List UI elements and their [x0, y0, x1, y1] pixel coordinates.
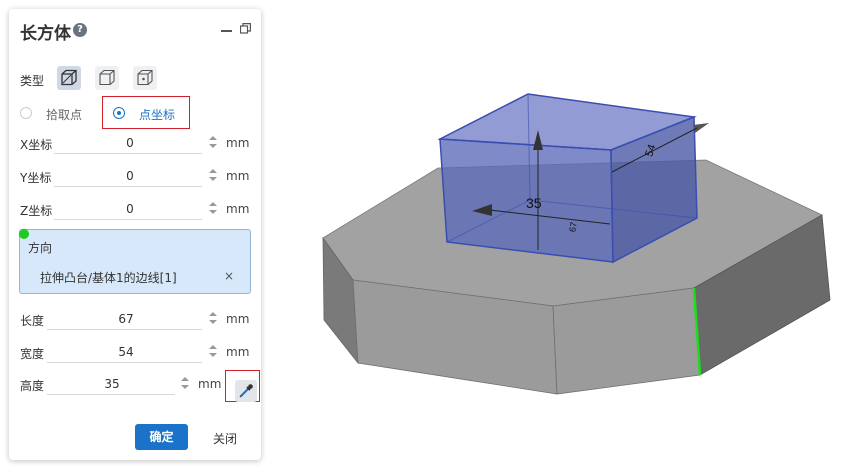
length-stepper[interactable]	[208, 310, 218, 326]
measure-pick-button[interactable]	[235, 380, 257, 402]
x-coord-stepper[interactable]	[208, 134, 218, 150]
help-icon[interactable]: ?	[73, 23, 87, 37]
y-coord-stepper[interactable]	[208, 167, 218, 183]
minimize-icon[interactable]	[221, 30, 232, 32]
length-input[interactable]: 67	[60, 312, 192, 326]
point-coord-label[interactable]: 点坐标	[139, 106, 175, 123]
width-stepper[interactable]	[208, 343, 218, 359]
length-label: 长度	[20, 314, 45, 328]
y-coord-input[interactable]: 0	[64, 169, 196, 183]
remove-direction-button[interactable]: ×	[224, 269, 234, 283]
active-indicator-icon	[19, 229, 29, 239]
type-button-center[interactable]	[133, 66, 157, 90]
ok-button[interactable]: 确定	[135, 424, 188, 450]
height-unit: mm	[198, 377, 222, 391]
panel-title: 长方体	[20, 24, 71, 44]
length-unit: mm	[226, 312, 250, 326]
pick-point-radio[interactable]	[20, 107, 32, 119]
cube-center-icon	[137, 69, 153, 86]
direction-selected-item[interactable]: 拉伸凸台/基体1的边线[1]	[40, 269, 177, 286]
pipette-icon	[239, 384, 253, 398]
type-label: 类型	[20, 74, 45, 88]
cube-wire-icon	[99, 69, 115, 86]
close-button[interactable]: 关闭	[213, 430, 237, 447]
height-label: 高度	[20, 379, 45, 393]
width-label: 宽度	[20, 347, 45, 361]
base-front-face[interactable]	[552, 287, 701, 395]
direction-selection-box[interactable]: 方向 拉伸凸台/基体1的边线[1] ×	[19, 229, 251, 294]
width-arrow-icon	[693, 123, 709, 133]
type-button-two-point[interactable]	[95, 66, 119, 90]
dim-height-label[interactable]: 35	[526, 195, 542, 211]
width-unit: mm	[226, 345, 250, 359]
restore-icon[interactable]	[240, 23, 251, 34]
z-coord-input[interactable]: 0	[64, 202, 196, 216]
y-coord-label: Y坐标	[20, 171, 52, 185]
type-button-box[interactable]	[57, 66, 81, 90]
pick-point-label[interactable]: 拾取点	[46, 106, 82, 123]
cube-solid-icon	[61, 69, 77, 86]
height-stepper[interactable]	[180, 375, 190, 391]
cuboid-panel: 长方体 ? 类型 拾取点 点坐标 X坐标 0 mm Y坐标 0 mm Z坐标 0…	[9, 9, 261, 460]
point-coord-radio[interactable]	[113, 107, 125, 119]
width-input[interactable]: 54	[60, 345, 192, 359]
z-coord-stepper[interactable]	[208, 200, 218, 216]
3d-viewport[interactable]: 35 54 67	[300, 60, 860, 440]
dim-length-label[interactable]: 67	[567, 221, 579, 233]
z-coord-unit: mm	[226, 202, 250, 216]
x-coord-label: X坐标	[20, 138, 53, 152]
direction-title: 方向	[28, 241, 53, 255]
height-input[interactable]: 35	[47, 377, 177, 391]
y-coord-unit: mm	[226, 169, 250, 183]
x-coord-unit: mm	[226, 136, 250, 150]
x-coord-input[interactable]: 0	[64, 136, 196, 150]
z-coord-label: Z坐标	[20, 204, 53, 218]
